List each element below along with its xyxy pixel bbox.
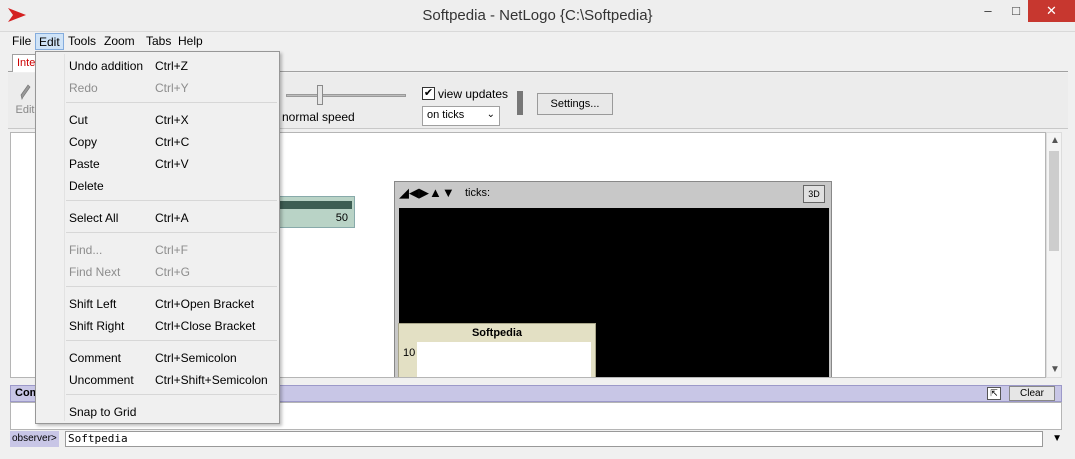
ticks-label: ticks: (465, 187, 491, 199)
menu-item-label: Find... (69, 243, 103, 257)
plot-title: Softpedia (471, 327, 523, 339)
menu-item-label: Cut (69, 113, 88, 127)
menu-item-cut[interactable]: Cut Ctrl+X (36, 109, 279, 131)
menu-item-find[interactable]: Find... Ctrl+F (36, 239, 279, 261)
update-mode-select[interactable]: on ticks ⌄ (422, 106, 500, 126)
menu-item-snap-to-grid[interactable]: Snap to Grid (36, 401, 279, 423)
plot-y-max: 10 (403, 347, 416, 359)
agent-prompt-select[interactable]: observer> (10, 431, 59, 447)
command-input-row: observer> Softpedia ▼ (10, 431, 1062, 447)
menu-item-label: Redo (69, 81, 98, 95)
menu-item-shift-left[interactable]: Shift Left Ctrl+Open Bracket (36, 293, 279, 315)
slider-widget-value: 50 (335, 212, 348, 224)
view-control-icons[interactable]: ◢◀▶▲▼ (399, 186, 455, 200)
view-updates-checkbox[interactable]: ✔ (422, 87, 435, 100)
view-header: ◢◀▶▲▼ ticks: 3D (395, 182, 831, 206)
menu-separator (66, 286, 277, 287)
close-button[interactable]: ✕ (1028, 0, 1075, 22)
scroll-up-icon[interactable]: ▲ (1050, 135, 1060, 146)
chevron-down-icon: ⌄ (486, 109, 495, 120)
slider-widget[interactable]: 50 (275, 196, 355, 228)
speed-label: normal speed (282, 110, 355, 124)
history-dropdown-icon[interactable]: ▼ (1052, 433, 1062, 444)
menu-edit[interactable]: Edit (35, 33, 64, 50)
menu-item-shortcut: Ctrl+X (155, 113, 189, 127)
menu-item-shortcut: Ctrl+Close Bracket (155, 319, 256, 333)
menu-item-shortcut: Ctrl+Y (155, 81, 189, 95)
menu-item-shortcut: Ctrl+G (155, 265, 191, 279)
menu-file[interactable]: File (9, 33, 34, 50)
plot-area (417, 342, 591, 377)
menu-item-shortcut: Ctrl+F (155, 243, 188, 257)
3d-button[interactable]: 3D (803, 185, 825, 203)
menu-item-label: Uncomment (69, 373, 134, 387)
menu-item-shortcut: Ctrl+Semicolon (155, 351, 237, 365)
edit-menu-dropdown: Undo addition Ctrl+Z Redo Ctrl+Y Cut Ctr… (35, 51, 280, 424)
menu-item-label: Shift Right (69, 319, 125, 333)
menu-separator (66, 340, 277, 341)
menu-item-shortcut: Ctrl+Shift+Semicolon (155, 373, 268, 387)
menu-item-label: Select All (69, 211, 119, 225)
menu-item-label: Snap to Grid (69, 405, 137, 419)
toolbar-separator (517, 91, 523, 115)
speed-slider-track[interactable] (286, 94, 406, 97)
menu-item-paste[interactable]: Paste Ctrl+V (36, 153, 279, 175)
menu-separator (66, 232, 277, 233)
command-input[interactable]: Softpedia (65, 431, 1043, 447)
menu-item-shortcut: Ctrl+Z (155, 59, 188, 73)
horizontal-arrows-icon[interactable]: ◀▶ (409, 185, 429, 200)
settings-button[interactable]: Settings... (537, 93, 613, 115)
menu-item-shortcut: Ctrl+C (155, 135, 190, 149)
menu-bar: File Edit Tools Zoom Tabs Help (0, 32, 1075, 50)
clear-button[interactable]: Clear (1009, 386, 1055, 401)
minimize-button[interactable]: ‒ (974, 0, 1002, 22)
menu-item-label: Undo addition (69, 59, 144, 73)
interface-scrollbar[interactable]: ▲ ▼ (1046, 132, 1062, 378)
menu-help[interactable]: Help (175, 33, 206, 50)
menu-separator (66, 200, 277, 201)
menu-item-shortcut: Ctrl+V (155, 157, 189, 171)
menu-item-shift-right[interactable]: Shift Right Ctrl+Close Bracket (36, 315, 279, 337)
plot-widget[interactable]: Softpedia 10 (398, 323, 596, 377)
menu-item-label: Paste (69, 157, 100, 171)
speed-slider-thumb[interactable] (317, 85, 323, 105)
menu-item-select-all[interactable]: Select All Ctrl+A (36, 207, 279, 229)
menu-item-comment[interactable]: Comment Ctrl+Semicolon (36, 347, 279, 369)
window-title: Softpedia - NetLogo {C:\Softpedia} (422, 7, 653, 24)
menu-item-uncomment[interactable]: Uncomment Ctrl+Shift+Semicolon (36, 369, 279, 391)
menu-item-label: Copy (69, 135, 98, 149)
menu-item-copy[interactable]: Copy Ctrl+C (36, 131, 279, 153)
scroll-down-icon[interactable]: ▼ (1050, 364, 1060, 375)
view-updates-label: view updates (438, 87, 509, 101)
vertical-arrows-icon[interactable]: ▲▼ (429, 185, 455, 200)
maximize-button[interactable]: □ (1002, 0, 1030, 22)
menu-item-shortcut: Ctrl+Open Bracket (155, 297, 255, 311)
update-mode-value: on ticks (427, 109, 465, 121)
menu-item-find-next[interactable]: Find Next Ctrl+G (36, 261, 279, 283)
menu-item-undo[interactable]: Undo addition Ctrl+Z (36, 55, 279, 77)
menu-item-label: Delete (69, 179, 104, 193)
menu-separator (66, 102, 277, 103)
scrollbar-thumb[interactable] (1049, 151, 1059, 251)
menu-zoom[interactable]: Zoom (101, 33, 138, 50)
title-bar: Softpedia - NetLogo {C:\Softpedia} ‒ □ ✕ (0, 0, 1075, 32)
menu-item-delete[interactable]: Delete (36, 175, 279, 197)
pencil-icon (20, 84, 31, 101)
menu-item-shortcut: Ctrl+A (155, 211, 189, 225)
menu-separator (66, 394, 277, 395)
menu-item-redo[interactable]: Redo Ctrl+Y (36, 77, 279, 99)
menu-item-label: Shift Left (69, 297, 117, 311)
menu-item-label: Comment (69, 351, 122, 365)
slider-widget-bar (278, 201, 352, 209)
resize-icon[interactable]: ◢ (399, 185, 409, 200)
menu-tools[interactable]: Tools (65, 33, 99, 50)
menu-tabs[interactable]: Tabs (143, 33, 174, 50)
expand-icon[interactable]: ⇱ (987, 387, 1001, 400)
menu-item-label: Find Next (69, 265, 121, 279)
